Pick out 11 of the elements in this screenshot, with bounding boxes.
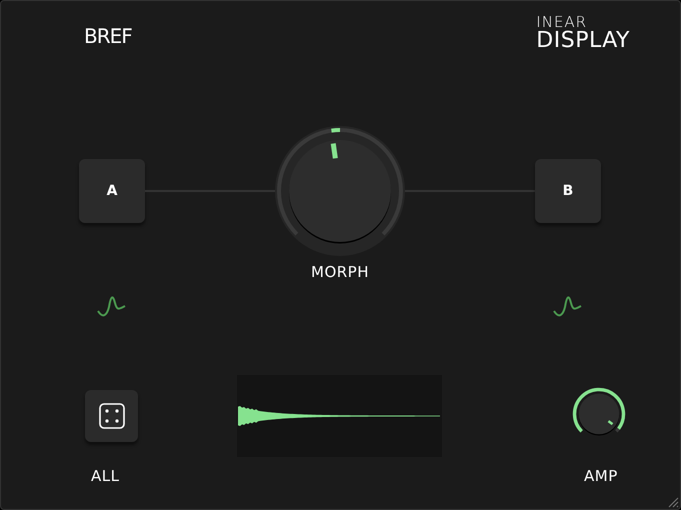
resize-grip-icon[interactable] (667, 496, 679, 508)
slot-a-button[interactable]: A (79, 159, 145, 223)
logo-text: DISPLAY (536, 30, 630, 52)
slot-b-button[interactable]: B (535, 159, 601, 223)
randomize-label: ALL (91, 467, 120, 485)
knob-label: AMP (584, 467, 618, 485)
randomize-button[interactable] (85, 390, 138, 442)
dice-icon (98, 402, 126, 430)
logo-text: INEAR (536, 15, 588, 30)
knob-label: MORPH (311, 263, 369, 281)
brand-logo: BREF (84, 24, 132, 48)
